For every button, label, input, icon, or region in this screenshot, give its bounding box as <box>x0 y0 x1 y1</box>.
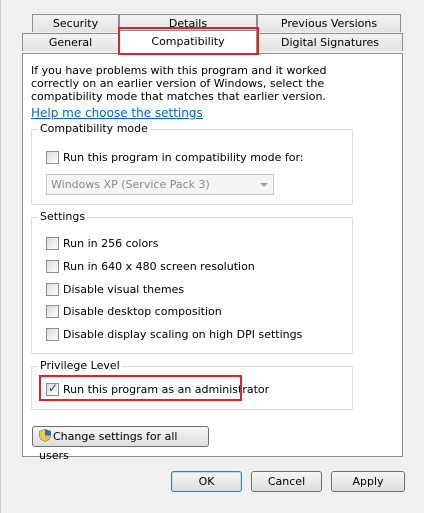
setting-checkbox[interactable] <box>46 259 59 273</box>
compatibility-mode-select-value: Windows XP (Service Pack 3) <box>51 178 210 191</box>
tab-general-label: General <box>48 36 93 49</box>
ok-button-label: OK <box>198 475 215 488</box>
run-as-admin-row[interactable]: Run this program as an administrator <box>46 381 270 396</box>
compatibility-mode-group: Compatibility mode Run this program in c… <box>31 122 353 205</box>
description-text: If you have problems with this program a… <box>31 64 327 103</box>
chevron-down-icon <box>260 183 268 187</box>
tab-details-label: Details <box>168 17 208 30</box>
ok-button[interactable]: OK <box>171 471 242 492</box>
run-as-admin-label: Run this program as an administrator <box>63 382 270 396</box>
uac-shield-icon <box>39 429 51 442</box>
setting-checkbox[interactable] <box>46 327 59 341</box>
setting-row-visual-themes[interactable]: Disable visual themes <box>46 282 184 296</box>
tab-digital-signatures-label: Digital Signatures <box>281 36 379 49</box>
change-settings-all-users-label: Change settings for all users <box>39 430 178 462</box>
setting-label: Run in 640 x 480 screen resolution <box>63 259 255 273</box>
apply-button[interactable]: Apply <box>331 471 405 492</box>
setting-checkbox[interactable] <box>46 282 59 296</box>
tab-security[interactable]: Security <box>32 14 119 32</box>
compatibility-panel: If you have problems with this program a… <box>22 53 403 462</box>
setting-label: Disable visual themes <box>63 282 185 296</box>
settings-group: Settings Run in 256 colors Run in 640 x … <box>31 210 353 354</box>
change-settings-all-users-button[interactable]: Change settings for all users <box>32 426 209 462</box>
setting-row-256-colors[interactable]: Run in 256 colors <box>46 236 158 250</box>
tab-compatibility-label: Compatibility <box>151 35 225 48</box>
settings-title: Settings <box>38 210 88 223</box>
cancel-button[interactable]: Cancel <box>251 471 322 492</box>
compatibility-mode-select[interactable]: Windows XP (Service Pack 3) <box>46 174 274 195</box>
tab-previous-versions-label: Previous Versions <box>280 17 378 30</box>
setting-label: Disable display scaling on high DPI sett… <box>63 327 303 341</box>
tab-digital-signatures[interactable]: Digital Signatures <box>257 33 403 51</box>
compatibility-mode-checkbox-label: Run this program in compatibility mode f… <box>63 150 304 164</box>
tab-security-label: Security <box>52 17 99 30</box>
privilege-level-title: Privilege Level <box>38 359 122 372</box>
tab-compatibility[interactable]: Compatibility <box>119 30 257 54</box>
setting-label: Run in 256 colors <box>63 236 159 250</box>
privilege-level-group: Privilege Level Run this program as an a… <box>31 359 353 410</box>
run-as-admin-checkbox[interactable] <box>46 381 59 396</box>
setting-checkbox[interactable] <box>46 236 59 250</box>
tab-general[interactable]: General <box>22 33 119 51</box>
setting-checkbox[interactable] <box>46 304 59 318</box>
help-link[interactable]: Help me choose the settings <box>31 106 203 120</box>
setting-label: Disable desktop composition <box>63 304 222 318</box>
cancel-button-label: Cancel <box>267 475 306 488</box>
tab-previous-versions[interactable]: Previous Versions <box>257 14 401 32</box>
compatibility-mode-checkbox-row[interactable]: Run this program in compatibility mode f… <box>46 150 304 164</box>
setting-row-640x480[interactable]: Run in 640 x 480 screen resolution <box>46 259 255 273</box>
properties-dialog: Security Details Previous Versions Gener… <box>0 0 424 513</box>
compatibility-mode-title: Compatibility mode <box>38 122 150 135</box>
apply-button-label: Apply <box>352 475 384 488</box>
setting-row-dpi-scaling[interactable]: Disable display scaling on high DPI sett… <box>46 327 302 341</box>
setting-row-desktop-composition[interactable]: Disable desktop composition <box>46 304 222 318</box>
compatibility-mode-checkbox[interactable] <box>46 150 59 164</box>
